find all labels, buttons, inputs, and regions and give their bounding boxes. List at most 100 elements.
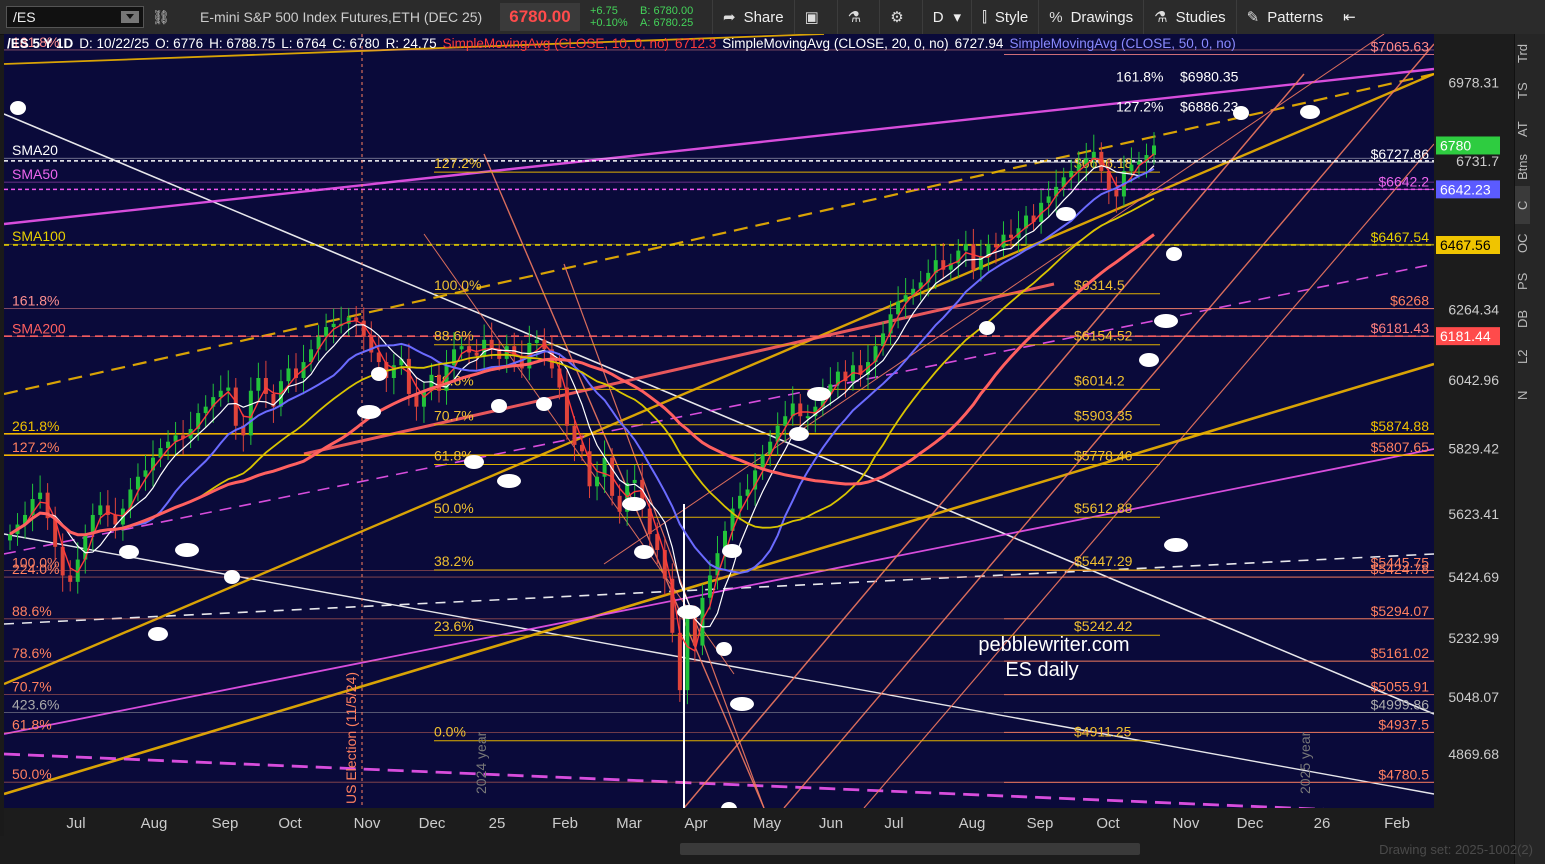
fib-price: $6154.52 [1074,328,1133,344]
candle-body [1046,196,1051,203]
left-level-label: SMA50 [12,166,58,182]
x-tick-label: Sep [212,815,239,832]
share-button[interactable]: ➦ Share [712,0,794,34]
style-button[interactable]: ⫿ Style [971,0,1038,34]
candle-body [1129,164,1134,171]
sidebar-tab-oc[interactable]: OC [1515,224,1530,262]
sma10-value: 6712.3 [674,36,717,51]
candle-body [534,339,539,343]
candle-body [896,301,901,315]
x-tick-label: Sep [1027,815,1054,832]
bar-date: D: 10/22/25 [79,36,150,51]
left-level-label: SMA20 [12,142,58,158]
sidebar-tab-ps[interactable]: PS [1515,262,1530,300]
link-icon[interactable]: ⛓ [152,8,170,26]
y-tick-label: 5424.69 [1448,569,1499,585]
x-tick-label: Feb [552,815,578,832]
candle-body [1114,190,1119,197]
y-tick-label: 6042.96 [1448,372,1499,388]
fib-price: $5612.88 [1074,500,1133,516]
fib-top-percent: 127.2% [1116,99,1163,115]
chart-title: /ES 5 Y 1D [7,36,74,51]
sidebar-tab-btns[interactable]: Btns [1515,148,1530,186]
candle-body [361,320,366,337]
left-level-label: 70.7% [12,679,52,695]
y-tick-label: 5232.99 [1448,630,1499,646]
bar-range: R: 24.75 [385,36,437,51]
left-level-label: 224.0% [12,561,59,577]
drawings-button[interactable]: % Drawings [1038,0,1143,34]
candle-body [233,387,238,426]
candle-body [256,378,261,391]
period-button[interactable]: D ▾ [921,0,971,34]
period-dropdown-icon: ▾ [953,9,962,26]
right-level-label: $5055.91 [1371,679,1430,695]
flask-studies-icon: ⚗ [1154,9,1168,26]
right-level-label: $5294.07 [1371,603,1430,619]
sidebar-tab-n[interactable]: N [1515,376,1530,414]
sidebar-tab-ts[interactable]: TS [1515,72,1530,110]
right-level-label: $5161.02 [1371,645,1430,661]
settings-button[interactable]: ⚙ [879,0,921,34]
flask-button[interactable]: ⚗ [836,0,879,34]
price-chart[interactable]: 161.8% SMA20 SMA50 SMA100 161.8% SMA200 261.8%… [4,34,1434,808]
chart-area[interactable]: 161.8% SMA20 SMA50 SMA100 161.8% SMA200 261.8%… [4,34,1434,808]
price-tag-label: 6642.23 [1440,181,1491,197]
fib-percent: 23.6% [434,618,474,634]
candle-body [1152,145,1156,156]
style-label: Style [994,8,1029,26]
patterns-button[interactable]: ✎ Patterns [1235,0,1333,34]
collapse-button[interactable]: ⇤ [1333,0,1366,34]
y-axis[interactable]: 6978.31 6731.7 6467.56 6264.34 6042.96 5829.4… [1434,34,1514,836]
marker-ellipse [1139,353,1159,367]
left-level-label: 423.6% [12,696,59,712]
x-tick-label: Feb [1384,815,1410,832]
sidebar-tab-c[interactable]: C [1515,186,1530,224]
y-tick-label: 6264.34 [1448,302,1499,318]
candle-body [677,632,682,691]
x-tick-label: Apr [684,815,707,832]
candle-body [993,244,998,248]
marker-ellipse [979,321,995,335]
symbol-selector[interactable]: /ES [6,6,144,28]
left-level-label: 127.2% [12,439,59,455]
left-level-label: 78.6% [12,645,52,661]
marker-ellipse [1164,538,1188,552]
candle-style-icon: ⫿ [982,8,987,26]
left-level-label: SMA100 [12,228,66,244]
marker-ellipse [677,605,701,619]
x-tick-label: 26 [1314,815,1331,832]
studies-button[interactable]: ⚗ Studies [1143,0,1236,34]
sidebar-tab-at[interactable]: AT [1515,110,1530,148]
candle-body [203,406,208,414]
election-label: US Election (11/5/24) [343,672,359,804]
sidebar-tab-db[interactable]: DB [1515,300,1530,338]
candle-body [572,425,577,445]
marker-ellipse [371,367,387,381]
candle-body [135,476,140,490]
candle-body [68,575,73,582]
marker-ellipse [491,399,507,413]
fib-percent: 100.0% [434,277,481,293]
bar-low: L: 6764 [281,36,327,51]
marker-ellipse [497,474,521,488]
sma50-line [9,168,1155,574]
horizontal-scrollbar[interactable] [680,843,1140,855]
sidebar-tab-trd[interactable]: Trd [1515,34,1530,72]
symbol-dropdown-icon[interactable] [121,11,139,23]
bar-high: H: 6788.75 [209,36,276,51]
candle-body [474,352,479,356]
gear-icon: ⚙ [890,9,904,26]
candle-body [8,534,12,541]
period-label: D [932,8,944,26]
right-level-label: $4780.5 [1378,766,1429,782]
marker-ellipse [634,545,654,559]
patterns-icon: ✎ [1246,9,1260,26]
camera-button[interactable]: ▣ [793,0,837,34]
candle-body [738,495,743,509]
right-level-label: $7065.63 [1371,39,1430,55]
candle-body [707,575,712,598]
sidebar-tab-l2[interactable]: L2 [1515,338,1530,376]
right-level-label: $4999.86 [1371,696,1430,712]
fib-price: $4911.25 [1074,724,1132,740]
